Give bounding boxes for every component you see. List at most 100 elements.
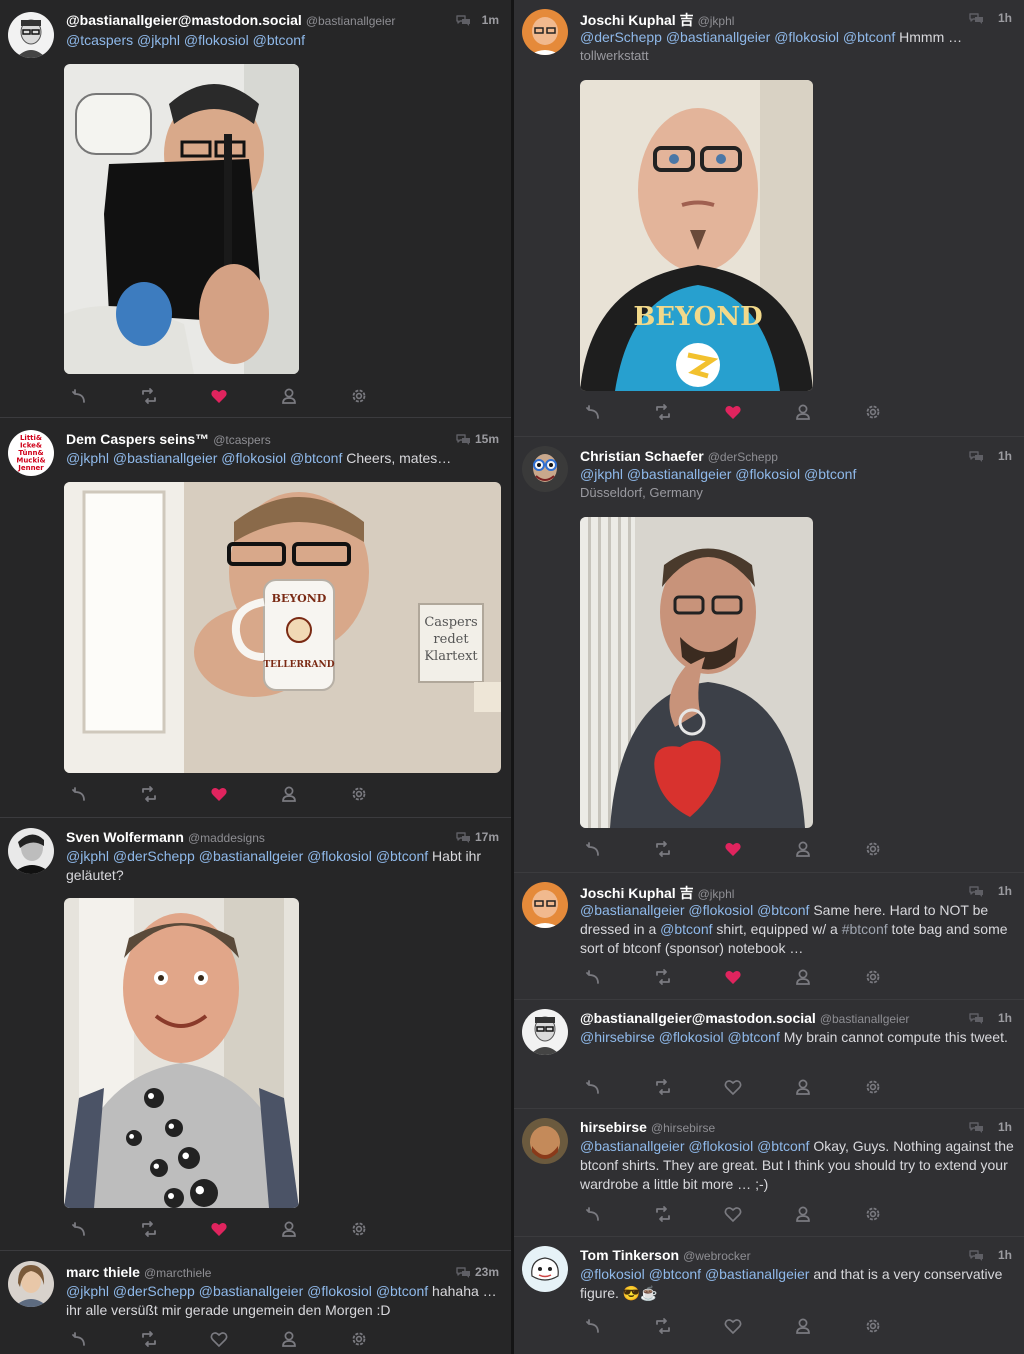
conversation-icon[interactable] bbox=[456, 831, 471, 843]
conversation-icon[interactable] bbox=[456, 1266, 471, 1278]
like-icon[interactable] bbox=[722, 1316, 744, 1336]
mention-link[interactable]: @flokosiol bbox=[184, 32, 249, 48]
like-icon[interactable] bbox=[208, 1219, 230, 1239]
avatar[interactable] bbox=[522, 1118, 568, 1164]
hashtag-link[interactable]: #btconf bbox=[842, 921, 888, 937]
user-handle[interactable]: @bastianallgeier bbox=[820, 1012, 910, 1026]
display-name[interactable]: @bastianallgeier@mastodon.social bbox=[580, 1010, 816, 1026]
mention-link[interactable]: @btconf bbox=[376, 848, 428, 864]
settings-icon[interactable] bbox=[348, 386, 370, 406]
tweet[interactable]: hirsebirse @hirsebirse 1h @bastianallgeier … bbox=[514, 1108, 1024, 1237]
like-icon[interactable] bbox=[208, 386, 230, 406]
reply-icon[interactable] bbox=[68, 1329, 90, 1349]
avatar[interactable] bbox=[8, 1261, 54, 1307]
display-name[interactable]: hirsebirse bbox=[580, 1119, 647, 1135]
display-name[interactable]: Joschi Kuphal 吉 bbox=[580, 885, 694, 901]
mention-link[interactable]: @flokosiol bbox=[774, 29, 839, 45]
like-icon[interactable] bbox=[208, 784, 230, 804]
display-name[interactable]: Sven Wolfermann bbox=[66, 829, 184, 845]
mention-link[interactable]: @bastianallgeier bbox=[199, 1283, 304, 1299]
right-column[interactable]: Joschi Kuphal 吉 @jkphl 1h @derSchepp @basti… bbox=[514, 0, 1024, 1354]
location-label[interactable]: tollwerkstatt bbox=[580, 48, 649, 63]
timestamp[interactable]: 23m bbox=[475, 1265, 499, 1279]
settings-icon[interactable] bbox=[348, 784, 370, 804]
conversation-icon[interactable] bbox=[969, 885, 984, 897]
retweet-icon[interactable] bbox=[138, 1219, 160, 1239]
mention-link[interactable]: @bastianallgeier bbox=[666, 29, 771, 45]
user-handle[interactable]: @jkphl bbox=[698, 14, 735, 28]
settings-icon[interactable] bbox=[862, 1077, 884, 1097]
timestamp[interactable]: 15m bbox=[475, 432, 499, 446]
mention-link[interactable]: @bastianallgeier bbox=[705, 1266, 810, 1282]
reply-icon[interactable] bbox=[68, 1219, 90, 1239]
follow-icon[interactable] bbox=[792, 1204, 814, 1224]
follow-icon[interactable] bbox=[792, 1316, 814, 1336]
reply-icon[interactable] bbox=[582, 1316, 604, 1336]
settings-icon[interactable] bbox=[862, 1204, 884, 1224]
display-name[interactable]: Dem Caspers seins™ bbox=[66, 431, 209, 447]
mention-link[interactable]: @flokosiol bbox=[735, 466, 800, 482]
retweet-icon[interactable] bbox=[138, 386, 160, 406]
timestamp[interactable]: 1h bbox=[998, 449, 1012, 463]
retweet-icon[interactable] bbox=[138, 784, 160, 804]
settings-icon[interactable] bbox=[862, 839, 884, 859]
mention-link[interactable]: @derSchepp bbox=[580, 29, 662, 45]
retweet-icon[interactable] bbox=[138, 1329, 160, 1349]
avatar[interactable] bbox=[522, 1246, 568, 1292]
settings-icon[interactable] bbox=[862, 967, 884, 987]
reply-icon[interactable] bbox=[582, 1077, 604, 1097]
avatar[interactable] bbox=[522, 882, 568, 928]
like-icon[interactable] bbox=[722, 1204, 744, 1224]
mention-link[interactable]: @btconf bbox=[843, 29, 895, 45]
timestamp[interactable]: 1h bbox=[998, 884, 1012, 898]
avatar[interactable] bbox=[522, 446, 568, 492]
tweet[interactable]: Joschi Kuphal 吉 @jkphl 1h @bastianallgeier … bbox=[514, 872, 1024, 1000]
tweet[interactable]: Litti& Icke& Tünn& Mucki& Jenner Dem Caspers … bbox=[0, 417, 511, 818]
conversation-icon[interactable] bbox=[969, 1012, 984, 1024]
reply-icon[interactable] bbox=[582, 402, 604, 422]
user-handle[interactable]: @bastianallgeier bbox=[306, 14, 396, 28]
reply-icon[interactable] bbox=[68, 784, 90, 804]
tweet[interactable]: @bastianallgeier@mastodon.social @bastian… bbox=[0, 0, 511, 417]
conversation-icon[interactable] bbox=[969, 12, 984, 24]
conversation-icon[interactable] bbox=[969, 1249, 984, 1261]
tweet[interactable]: marc thiele @marcthiele 23m @jkphl @derSche… bbox=[0, 1250, 511, 1354]
timestamp[interactable]: 1h bbox=[998, 1011, 1012, 1025]
mention-link[interactable]: @bastianallgeier bbox=[580, 1138, 685, 1154]
settings-icon[interactable] bbox=[348, 1329, 370, 1349]
conversation-icon[interactable] bbox=[456, 433, 471, 445]
retweet-icon[interactable] bbox=[652, 1077, 674, 1097]
mention-link[interactable]: @btconf bbox=[649, 1266, 701, 1282]
timestamp[interactable]: 1h bbox=[998, 11, 1012, 25]
follow-icon[interactable] bbox=[278, 1219, 300, 1239]
mention-link[interactable]: @btconf bbox=[290, 450, 342, 466]
tweet-photo[interactable] bbox=[64, 64, 299, 374]
tweet-photo[interactable] bbox=[580, 517, 813, 828]
tweet[interactable]: Joschi Kuphal 吉 @jkphl 1h @derSchepp @basti… bbox=[514, 0, 1024, 436]
mention-link[interactable]: @flokosiol bbox=[307, 1283, 372, 1299]
mention-link[interactable]: @btconf bbox=[376, 1283, 428, 1299]
mention-link[interactable]: @btconf bbox=[660, 921, 712, 937]
mention-link[interactable]: @bastianallgeier bbox=[113, 450, 218, 466]
timestamp[interactable]: 17m bbox=[475, 830, 499, 844]
tweet-photo[interactable]: BEYOND bbox=[580, 80, 813, 391]
reply-icon[interactable] bbox=[582, 967, 604, 987]
like-icon[interactable] bbox=[722, 839, 744, 859]
follow-icon[interactable] bbox=[792, 839, 814, 859]
mention-link[interactable]: @tcaspers bbox=[66, 32, 133, 48]
mention-link[interactable]: @flokosiol bbox=[221, 450, 286, 466]
mention-link[interactable]: @jkphl bbox=[66, 1283, 109, 1299]
like-icon[interactable] bbox=[722, 1077, 744, 1097]
display-name[interactable]: @bastianallgeier@mastodon.social bbox=[66, 12, 302, 28]
follow-icon[interactable] bbox=[278, 386, 300, 406]
mention-link[interactable]: @jkphl bbox=[66, 450, 109, 466]
mention-link[interactable]: @jkphl bbox=[137, 32, 180, 48]
tweet[interactable]: Sven Wolfermann @maddesigns 17m @jkphl @der… bbox=[0, 817, 511, 1251]
mention-link[interactable]: @btconf bbox=[757, 1138, 809, 1154]
reply-icon[interactable] bbox=[68, 386, 90, 406]
user-handle[interactable]: @marcthiele bbox=[144, 1266, 212, 1280]
mention-link[interactable]: @hirsebirse bbox=[580, 1029, 655, 1045]
settings-icon[interactable] bbox=[862, 1316, 884, 1336]
tweet[interactable]: Tom Tinkerson @webrocker 1h @flokosiol @btc… bbox=[514, 1236, 1024, 1354]
settings-icon[interactable] bbox=[348, 1219, 370, 1239]
